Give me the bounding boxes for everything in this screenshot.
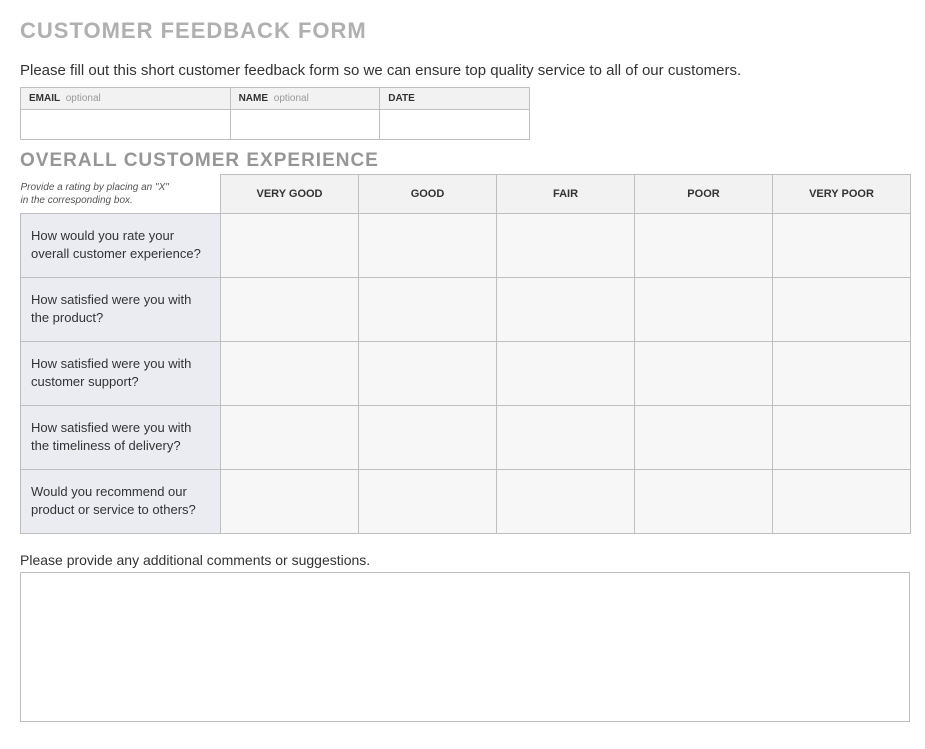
question-cell: How satisfied were you with the timeline… [21, 405, 221, 469]
rating-input[interactable] [222, 343, 357, 403]
rating-input[interactable] [222, 407, 357, 467]
info-header-name: NAME optional [230, 88, 380, 110]
rating-input[interactable] [774, 343, 909, 403]
rating-instructions-line1: Provide a rating by placing an "X" [21, 182, 169, 193]
rating-input[interactable] [636, 343, 771, 403]
rating-input[interactable] [360, 215, 495, 275]
rating-input[interactable] [360, 407, 495, 467]
rating-table: Provide a rating by placing an "X" in th… [20, 174, 911, 534]
table-row: How satisfied were you with customer sup… [21, 341, 911, 405]
info-header-date-label: DATE [388, 93, 414, 104]
rating-col-fair: FAIR [497, 175, 635, 214]
rating-input[interactable] [222, 471, 357, 531]
rating-col-good: GOOD [359, 175, 497, 214]
rating-col-poor: POOR [635, 175, 773, 214]
info-header-name-label: NAME [239, 93, 268, 104]
rating-input[interactable] [636, 407, 771, 467]
info-header-email-label: EMAIL [29, 93, 60, 104]
comments-label: Please provide any additional comments o… [20, 552, 905, 568]
rating-input[interactable] [498, 215, 633, 275]
table-row: How satisfied were you with the product? [21, 277, 911, 341]
info-header-email-optional: optional [66, 93, 101, 104]
rating-input[interactable] [636, 279, 771, 339]
rating-input[interactable] [498, 407, 633, 467]
rating-input[interactable] [498, 279, 633, 339]
question-cell: How satisfied were you with customer sup… [21, 341, 221, 405]
question-cell: How would you rate your overall customer… [21, 213, 221, 277]
name-field[interactable] [239, 110, 372, 139]
info-table: EMAIL optional NAME optional DATE [20, 87, 530, 140]
question-cell: Would you recommend our product or servi… [21, 469, 221, 533]
rating-input[interactable] [636, 215, 771, 275]
rating-input[interactable] [360, 279, 495, 339]
info-header-name-optional: optional [274, 93, 309, 104]
table-row: How satisfied were you with the timeline… [21, 405, 911, 469]
info-header-email: EMAIL optional [21, 88, 231, 110]
question-cell: How satisfied were you with the product? [21, 277, 221, 341]
rating-input[interactable] [360, 471, 495, 531]
rating-input[interactable] [360, 343, 495, 403]
rating-input[interactable] [498, 343, 633, 403]
date-field[interactable] [388, 110, 521, 139]
rating-input[interactable] [222, 215, 357, 275]
rating-input[interactable] [774, 279, 909, 339]
page-title: CUSTOMER FEEDBACK FORM [20, 18, 905, 44]
rating-col-very-poor: VERY POOR [773, 175, 911, 214]
rating-input[interactable] [636, 471, 771, 531]
info-header-date: DATE [380, 88, 530, 110]
rating-input[interactable] [774, 471, 909, 531]
comments-textarea[interactable] [20, 572, 910, 722]
table-row: Would you recommend our product or servi… [21, 469, 911, 533]
rating-input[interactable] [498, 471, 633, 531]
rating-instructions: Provide a rating by placing an "X" in th… [21, 181, 217, 207]
rating-input[interactable] [774, 407, 909, 467]
table-row: How would you rate your overall customer… [21, 213, 911, 277]
rating-input[interactable] [774, 215, 909, 275]
rating-instructions-line2: in the corresponding box. [21, 195, 133, 206]
rating-input[interactable] [222, 279, 357, 339]
section-title: OVERALL CUSTOMER EXPERIENCE [20, 150, 905, 172]
email-field[interactable] [29, 110, 222, 139]
rating-col-very-good: VERY GOOD [221, 175, 359, 214]
intro-text: Please fill out this short customer feed… [20, 62, 905, 79]
